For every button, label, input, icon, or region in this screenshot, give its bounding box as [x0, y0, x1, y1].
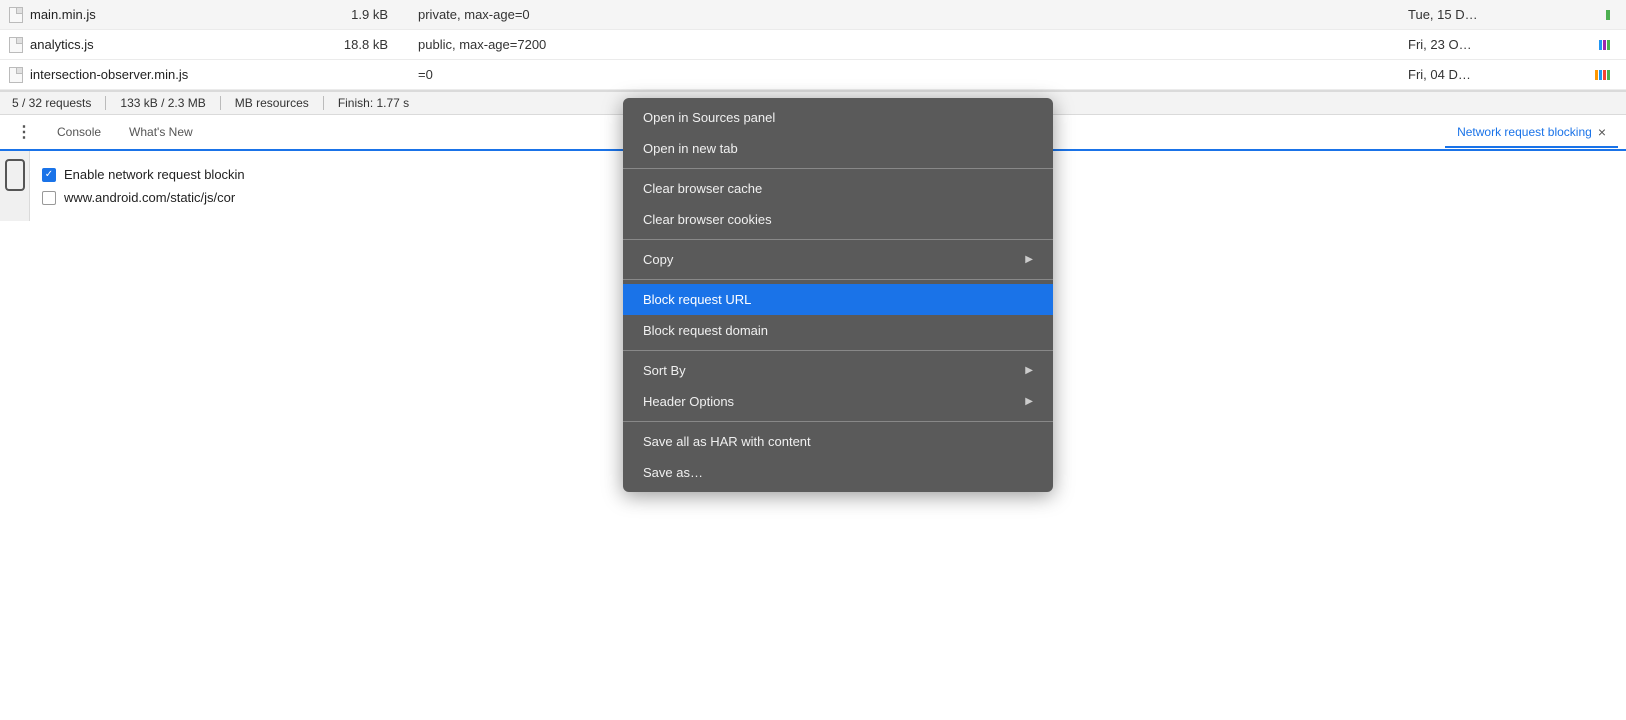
- menu-item-open-sources[interactable]: Open in Sources panel: [623, 102, 1053, 133]
- date-cell: Tue, 15 D…: [1408, 7, 1538, 22]
- waterfall-bar-green2: [1607, 70, 1610, 80]
- finish-time: Finish: 1.77 s: [324, 96, 423, 110]
- waterfall-bar-green: [1607, 40, 1610, 50]
- waterfall-cell: [1538, 10, 1618, 20]
- waterfall-bar-green: [1606, 10, 1610, 20]
- menu-item-copy-label: Copy: [643, 252, 673, 267]
- left-sidebar: [0, 151, 30, 221]
- menu-item-block-url[interactable]: Block request URL: [623, 284, 1053, 315]
- file-icon: [8, 67, 24, 83]
- tab-console[interactable]: Console: [45, 119, 113, 145]
- blocking-row-2-label: www.android.com/static/js/cor: [64, 190, 235, 205]
- blocking-row-1-label: Enable network request blockin: [64, 167, 245, 182]
- waterfall-cell: [1538, 70, 1618, 80]
- menu-divider-1: [623, 168, 1053, 169]
- file-icon-inner: [9, 7, 23, 23]
- menu-item-save-har-label: Save all as HAR with content: [643, 434, 811, 449]
- close-tab-button[interactable]: ×: [1598, 124, 1606, 140]
- menu-divider-2: [623, 239, 1053, 240]
- date-cell: Fri, 04 D…: [1408, 67, 1538, 82]
- size-cell: 1.9 kB: [288, 7, 408, 22]
- menu-item-open-sources-label: Open in Sources panel: [643, 110, 775, 125]
- menu-item-sort-by[interactable]: Sort By ▶: [623, 355, 1053, 386]
- waterfall-bar-red: [1603, 70, 1606, 80]
- menu-item-block-url-label: Block request URL: [643, 292, 751, 307]
- waterfall-multi: [1599, 40, 1610, 50]
- requests-count: 5 / 32 requests: [12, 96, 106, 110]
- resources-size: MB resources: [221, 96, 324, 110]
- menu-item-block-domain[interactable]: Block request domain: [623, 315, 1053, 346]
- cache-cell: public, max-age=7200: [408, 37, 1408, 52]
- menu-item-open-new-tab[interactable]: Open in new tab: [623, 133, 1053, 164]
- context-menu: Open in Sources panel Open in new tab Cl…: [623, 98, 1053, 492]
- cache-cell: =0: [408, 67, 1408, 82]
- transferred-size: 133 kB / 2.3 MB: [106, 96, 220, 110]
- file-icon: [8, 7, 24, 23]
- waterfall-cell: [1538, 40, 1618, 50]
- date-cell: Fri, 23 O…: [1408, 37, 1538, 52]
- menu-divider-5: [623, 421, 1053, 422]
- waterfall-bar-purple: [1603, 40, 1606, 50]
- menu-arrow-copy: ▶: [1025, 254, 1033, 265]
- table-row[interactable]: main.min.js 1.9 kB private, max-age=0 Tu…: [0, 0, 1626, 30]
- file-name-cell: intersection-observer.min.js: [8, 67, 288, 83]
- menu-item-clear-cookies-label: Clear browser cookies: [643, 212, 772, 227]
- file-icon-inner: [9, 67, 23, 83]
- menu-item-clear-cookies[interactable]: Clear browser cookies: [623, 204, 1053, 235]
- file-icon-inner: [9, 37, 23, 53]
- menu-divider-3: [623, 279, 1053, 280]
- file-name-cell: main.min.js: [8, 7, 288, 23]
- checkbox-empty[interactable]: [42, 191, 56, 205]
- cache-cell: private, max-age=0: [408, 7, 1408, 22]
- menu-divider-4: [623, 350, 1053, 351]
- menu-arrow-sort: ▶: [1025, 365, 1033, 376]
- table-row[interactable]: intersection-observer.min.js =0 Fri, 04 …: [0, 60, 1626, 90]
- phone-icon: [5, 159, 25, 191]
- menu-item-block-domain-label: Block request domain: [643, 323, 768, 338]
- file-name: intersection-observer.min.js: [30, 67, 188, 82]
- file-name: main.min.js: [30, 7, 96, 22]
- network-panel: main.min.js 1.9 kB private, max-age=0 Tu…: [0, 0, 1626, 720]
- tab-network-request-blocking[interactable]: Network request blocking ×: [1445, 118, 1618, 148]
- tab-network-blocking-label: Network request blocking: [1457, 125, 1592, 139]
- menu-item-save-as-label: Save as…: [643, 465, 703, 480]
- menu-item-header-options[interactable]: Header Options ▶: [623, 386, 1053, 417]
- file-name-cell: analytics.js: [8, 37, 288, 53]
- checkbox-enabled[interactable]: ✓: [42, 168, 56, 182]
- table-area: main.min.js 1.9 kB private, max-age=0 Tu…: [0, 0, 1626, 91]
- size-cell: 18.8 kB: [288, 37, 408, 52]
- menu-item-header-options-label: Header Options: [643, 394, 734, 409]
- tab-whats-new[interactable]: What's New: [117, 119, 205, 145]
- table-row[interactable]: analytics.js 18.8 kB public, max-age=720…: [0, 30, 1626, 60]
- waterfall-bar-blue2: [1599, 70, 1602, 80]
- file-name: analytics.js: [30, 37, 94, 52]
- menu-item-copy[interactable]: Copy ▶: [623, 244, 1053, 275]
- menu-item-clear-cache[interactable]: Clear browser cache: [623, 173, 1053, 204]
- menu-arrow-header: ▶: [1025, 396, 1033, 407]
- menu-item-clear-cache-label: Clear browser cache: [643, 181, 762, 196]
- file-icon: [8, 37, 24, 53]
- waterfall-multi2: [1595, 70, 1610, 80]
- waterfall-bar-orange: [1595, 70, 1598, 80]
- menu-item-save-as[interactable]: Save as…: [623, 457, 1053, 488]
- tab-more-button[interactable]: ⋮: [8, 116, 41, 148]
- menu-item-open-new-tab-label: Open in new tab: [643, 141, 738, 156]
- waterfall-bar-blue: [1599, 40, 1602, 50]
- menu-item-sort-by-label: Sort By: [643, 363, 686, 378]
- menu-item-save-har[interactable]: Save all as HAR with content: [623, 426, 1053, 457]
